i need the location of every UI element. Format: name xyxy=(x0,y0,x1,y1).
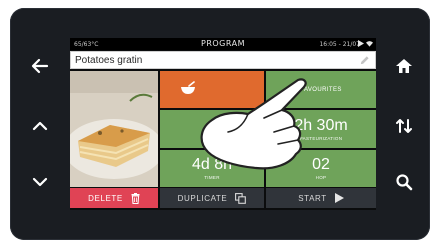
search-button[interactable] xyxy=(390,168,418,196)
home-button[interactable] xyxy=(390,52,418,80)
program-settings-tile[interactable] xyxy=(160,110,264,148)
timer-tile[interactable]: 4d 8h TIMER xyxy=(160,150,264,187)
scroll-up-button[interactable] xyxy=(26,112,54,140)
timer-value: 4d 8h xyxy=(191,156,233,173)
trash-icon xyxy=(131,192,140,204)
pasteurization-value: 2h 30m xyxy=(294,116,348,134)
bowl-icon xyxy=(181,81,195,94)
device-panel: 65/63°C PROGRAM 16:05 - 21/07 Potatoes g… xyxy=(0,0,438,246)
touch-screen: 65/63°C PROGRAM 16:05 - 21/07 Potatoes g… xyxy=(70,38,376,210)
potatoes-gratin-image xyxy=(70,71,158,187)
start-label: START xyxy=(298,193,327,203)
category-tile[interactable] xyxy=(160,71,264,108)
program-name-field[interactable]: Potatoes gratin xyxy=(70,51,376,69)
status-bar: 65/63°C PROGRAM 16:05 - 21/07 xyxy=(70,38,376,50)
start-button[interactable]: START xyxy=(266,188,376,208)
favourites-label: FAVOURITES xyxy=(300,86,342,93)
swap-arrows-icon xyxy=(396,119,412,133)
play-icon xyxy=(334,193,344,203)
status-indicators xyxy=(358,40,373,47)
pasteurization-label: PASTEURIZATION xyxy=(299,135,343,141)
hop-value: 02 xyxy=(312,156,330,173)
pasteurization-tile[interactable]: 2h 30m PASTEURIZATION xyxy=(266,110,376,148)
back-arrow-icon xyxy=(31,58,49,74)
program-name-value: Potatoes gratin xyxy=(75,55,143,66)
datetime-readout: 16:05 - 21/07 xyxy=(319,41,360,48)
duplicate-button[interactable]: DUPLICATE xyxy=(160,188,264,208)
scroll-down-button[interactable] xyxy=(26,168,54,196)
back-button[interactable] xyxy=(26,52,54,80)
favourites-tile[interactable]: FAVOURITES xyxy=(266,71,376,108)
program-photo xyxy=(70,71,158,187)
hop-label: HOP xyxy=(315,175,327,180)
delete-label: DELETE xyxy=(88,193,123,203)
delete-button[interactable]: DELETE xyxy=(70,188,158,208)
play-icon xyxy=(358,40,364,47)
chevron-down-icon xyxy=(32,177,48,187)
sort-button[interactable] xyxy=(390,112,418,140)
hop-tile[interactable]: 02 HOP xyxy=(266,150,376,187)
duplicate-label: DUPLICATE xyxy=(177,193,228,203)
chevron-up-icon xyxy=(32,121,48,131)
pencil-icon[interactable] xyxy=(359,55,370,66)
wifi-icon xyxy=(366,41,373,47)
timer-label: TIMER xyxy=(204,175,220,180)
duplicate-icon xyxy=(235,192,247,204)
search-icon xyxy=(396,174,413,191)
home-icon xyxy=(396,59,412,73)
